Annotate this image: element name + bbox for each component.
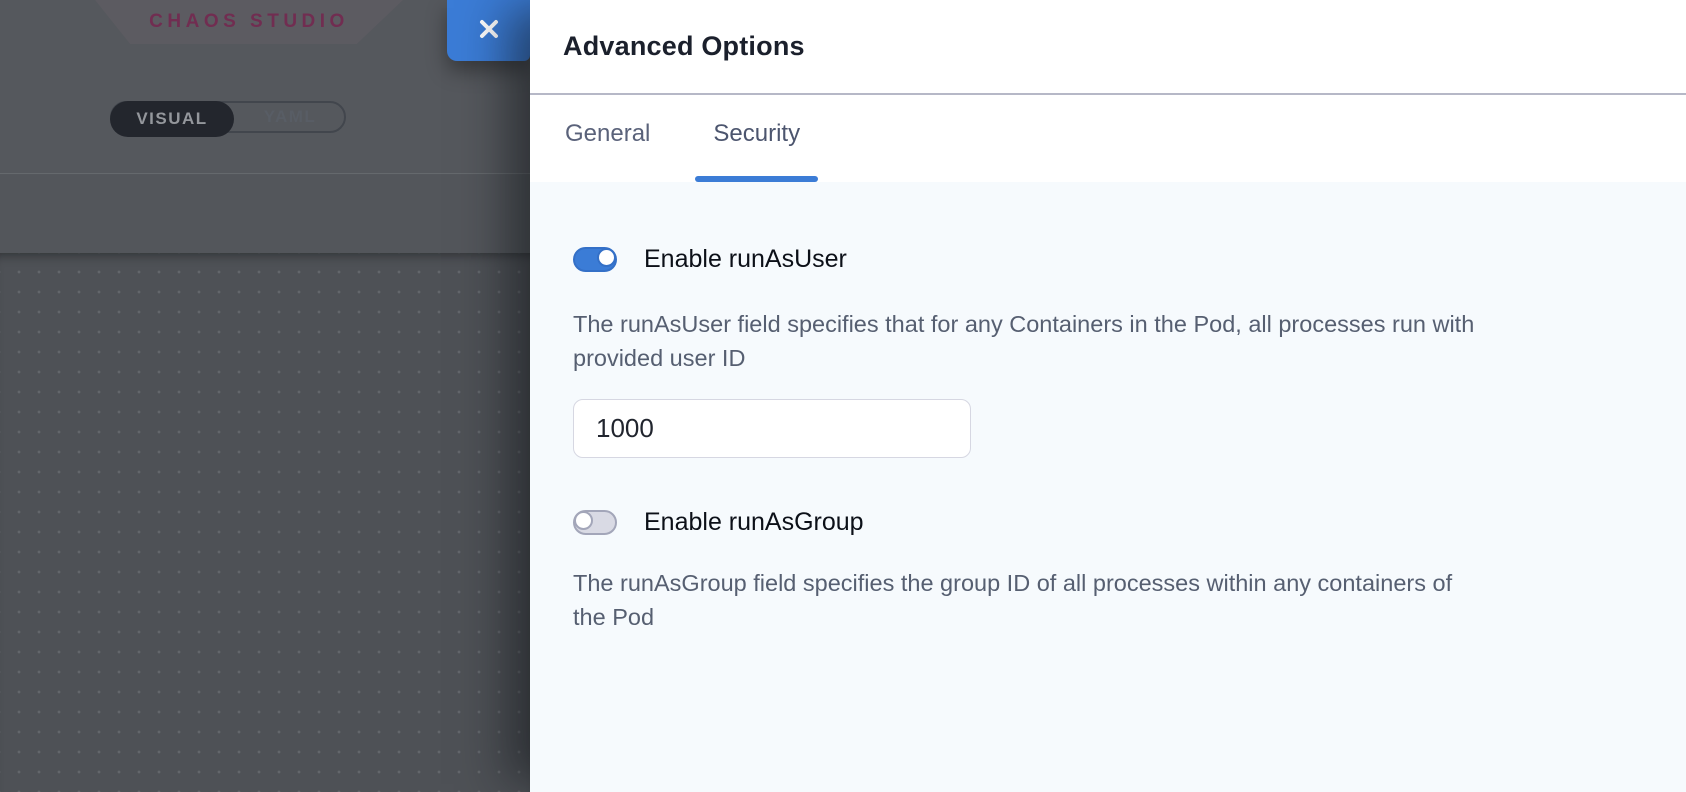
security-tab-content: Enable runAsUser The runAsUser field spe…: [530, 182, 1686, 792]
run-as-user-label: Enable runAsUser: [644, 245, 847, 274]
yaml-tab[interactable]: YAML: [236, 103, 344, 131]
view-mode-switch[interactable]: VISUAL YAML: [110, 101, 346, 133]
close-icon: [477, 17, 501, 44]
canvas-toolbar: [0, 175, 530, 253]
run-as-user-description: The runAsUser field specifies that for a…: [573, 307, 1478, 375]
toggle-knob: [597, 248, 616, 267]
run-as-user-input[interactable]: [573, 399, 971, 458]
dotted-canvas: [0, 253, 530, 792]
run-as-group-row: Enable runAsGroup: [573, 508, 864, 537]
advanced-options-panel: Advanced Options General Security Enable…: [530, 0, 1686, 792]
run-as-user-toggle[interactable]: [573, 247, 617, 272]
panel-title: Advanced Options: [563, 31, 805, 62]
run-as-user-row: Enable runAsUser: [573, 245, 847, 274]
close-panel-button[interactable]: [447, 0, 530, 61]
panel-tabs: General Security: [530, 97, 1686, 182]
dimmed-background: CHAOS STUDIO VISUAL YAML: [0, 0, 530, 792]
run-as-group-label: Enable runAsGroup: [644, 508, 864, 537]
tab-security[interactable]: Security: [713, 97, 800, 182]
toggle-knob: [574, 511, 593, 530]
run-as-group-toggle[interactable]: [573, 510, 617, 535]
brand-banner: CHAOS STUDIO: [95, 0, 403, 44]
visual-tab[interactable]: VISUAL: [110, 101, 234, 137]
run-as-group-description: The runAsGroup field specifies the group…: [573, 566, 1478, 634]
tab-general[interactable]: General: [565, 97, 650, 182]
brand-title: CHAOS STUDIO: [149, 11, 349, 33]
panel-header: Advanced Options: [530, 0, 1686, 95]
